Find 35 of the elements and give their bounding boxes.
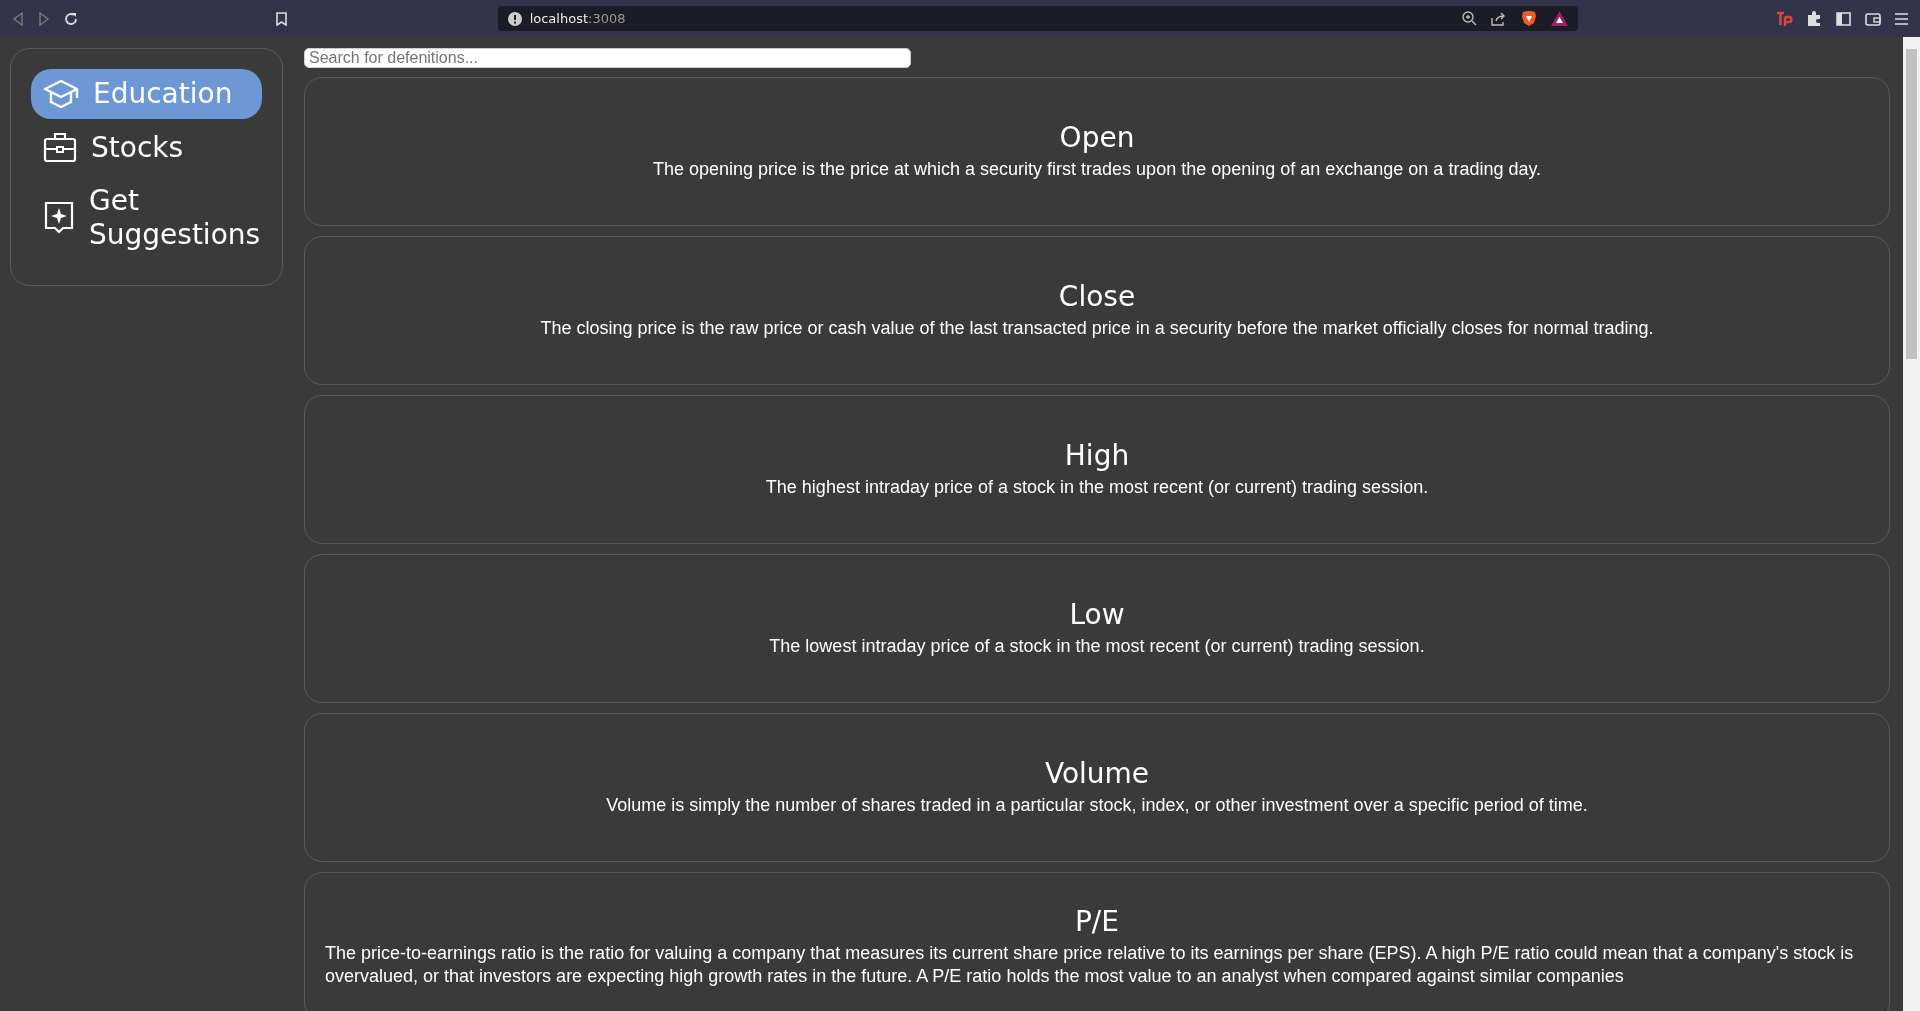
definition-title: Volume (1044, 757, 1150, 791)
shield-icon[interactable] (1520, 10, 1537, 27)
definition-text: The lowest intraday price of a stock in the most recent (or current) trading session. (769, 635, 1425, 659)
puzzle-icon[interactable] (1807, 11, 1822, 26)
sidebar-icon[interactable] (1836, 11, 1851, 26)
definition-title: P/E (1075, 904, 1119, 938)
scrollbar[interactable] (1903, 37, 1920, 1011)
definition-text: The highest intraday price of a stock in the most recent (or current) trading session. (765, 476, 1429, 500)
bookmark-icon[interactable] (276, 11, 288, 26)
share-icon[interactable] (1490, 11, 1507, 26)
search-field[interactable]: Search for defenitions... (304, 48, 911, 68)
definition-text: The price-to-earnings ratio is the ratio for valuing a company that measures its current share price relative to its earnings per share (EPS). A high P/E ratio could mean that a company's stock is overvalued, or that investors are expecting high growth rates in the future. A P/E ratio holds the most value to an analyst when compared against similar companies (325, 941, 1855, 988)
nav-item[interactable]: Get Suggestions (31, 176, 262, 260)
extension-icon[interactable] (1776, 11, 1793, 26)
definition-title: Close (1058, 280, 1136, 314)
reload-icon[interactable] (64, 11, 78, 26)
triangle-icon[interactable] (1550, 11, 1568, 26)
briefcase-icon (43, 131, 77, 164)
sparkle-message-icon (43, 199, 75, 236)
definition-title: Low (1069, 598, 1125, 632)
info-icon[interactable] (507, 11, 522, 26)
definition-text: Volume is simply the number of shares traded in a particular stock, index, or other investment over a specific period of time. (606, 794, 1588, 818)
definition-title: High (1064, 439, 1130, 473)
url-text: localhost:3008 (529, 11, 626, 26)
forward-icon[interactable] (38, 11, 50, 26)
nav-item[interactable]: Stocks (31, 122, 262, 173)
back-icon[interactable] (12, 11, 24, 26)
wallet-icon[interactable] (1865, 11, 1881, 26)
zoom-icon[interactable] (1461, 11, 1477, 26)
graduation-cap-icon (43, 77, 79, 110)
menu-icon[interactable] (1895, 12, 1908, 25)
address-bar[interactable]: localhost:3008 (497, 6, 1578, 31)
definition-text: The opening price is the price at which a security first trades upon the opening of an exchange on a trading day. (652, 158, 1542, 182)
definition-text: The closing price is the raw price or cash value of the last transacted price in a security before the market officially closes for normal trading. (540, 317, 1654, 341)
definition-title: Open (1059, 121, 1135, 155)
